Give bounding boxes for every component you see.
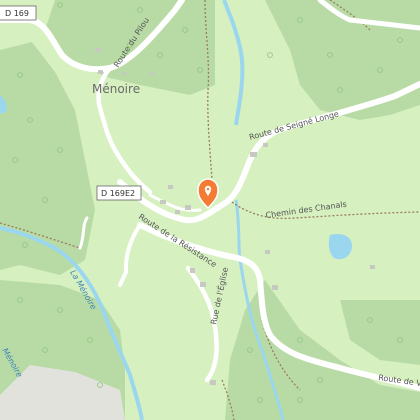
svg-text:D 169E2: D 169E2 (101, 189, 135, 198)
shield-d169e2: D 169E2 (96, 185, 142, 201)
shield-d169: D 169 (0, 5, 37, 21)
map-view[interactable]: D 169 D 169E2 Ménoire Route du Pilou Rou… (0, 0, 420, 420)
map-canvas: D 169 D 169E2 Ménoire Route du Pilou Rou… (0, 0, 420, 420)
svg-text:D 169: D 169 (5, 9, 29, 18)
place-label-menoire: Ménoire (92, 82, 140, 96)
